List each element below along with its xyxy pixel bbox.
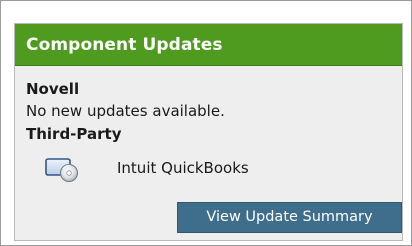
panel-title: Component Updates xyxy=(26,35,223,55)
section-heading-novell: Novell xyxy=(26,80,80,98)
section-heading-third-party: Third-Party xyxy=(26,125,122,143)
software-disc-icon xyxy=(45,156,85,182)
novell-update-status: No new updates available. xyxy=(26,102,225,120)
view-update-summary-button[interactable]: View Update Summary xyxy=(177,202,402,233)
third-party-item-label: Intuit QuickBooks xyxy=(117,159,249,177)
third-party-item[interactable]: Intuit QuickBooks xyxy=(45,154,345,182)
component-updates-widget: Component Updates Novell No new updates … xyxy=(0,0,412,246)
panel-header: Component Updates xyxy=(15,24,402,66)
component-updates-panel: Component Updates Novell No new updates … xyxy=(14,23,403,241)
